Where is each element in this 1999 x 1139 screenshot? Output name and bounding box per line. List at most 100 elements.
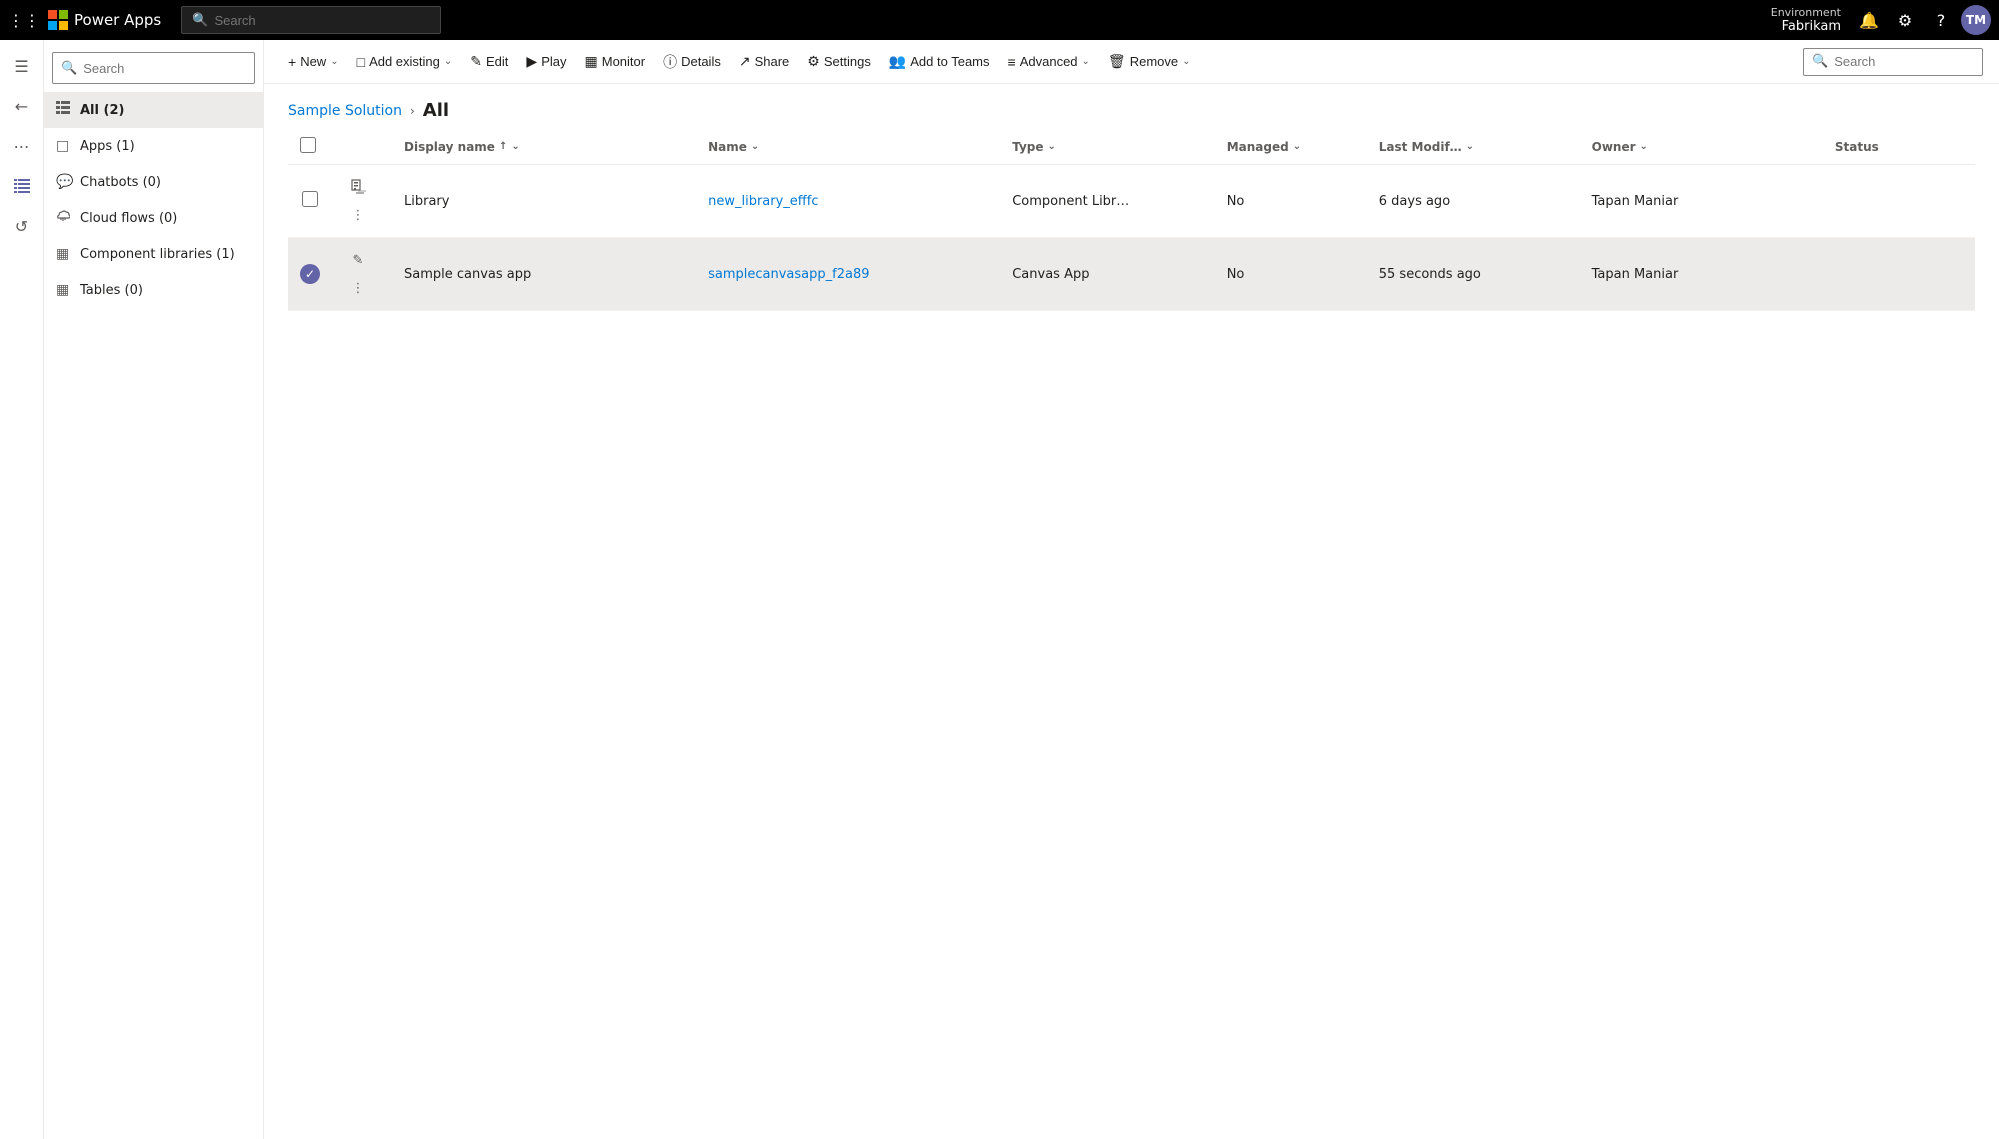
sidebar-item-cloud-flows[interactable]: Cloud flows (0) <box>44 200 263 236</box>
owner-label: Owner <box>1592 140 1636 154</box>
edit-button[interactable]: ✎ Edit <box>462 46 516 78</box>
new-caret-icon: ⌄ <box>330 56 338 67</box>
table-search-input[interactable] <box>1834 54 1974 69</box>
topbar: ⋮⋮ Power Apps 🔍 Environment Fabrikam 🔔 ⚙… <box>0 0 1999 40</box>
row1-checkbox[interactable] <box>302 191 318 207</box>
name-filter-icon[interactable]: ⌄ <box>751 141 759 152</box>
rail-back-icon[interactable]: ← <box>4 88 40 124</box>
display-name-filter-icon[interactable]: ⌄ <box>511 141 519 152</box>
sidebar-item-chatbots[interactable]: 💬 Chatbots (0) <box>44 164 263 200</box>
header-owner[interactable]: Owner ⌄ <box>1580 129 1823 165</box>
cloud-flows-icon <box>56 210 72 226</box>
play-button[interactable]: ▶ Play <box>518 46 574 78</box>
share-button[interactable]: ↗ Share <box>731 46 797 78</box>
type-label: Type <box>1012 140 1043 154</box>
advanced-icon: ≡ <box>1008 54 1016 70</box>
teams-icon: 👥 <box>889 53 906 70</box>
settings-gear-icon: ⚙ <box>807 53 820 70</box>
monitor-button[interactable]: ▦ Monitor <box>577 46 654 78</box>
owner-filter-icon[interactable]: ⌄ <box>1640 141 1648 152</box>
select-all-checkbox[interactable] <box>300 137 316 153</box>
status-label: Status <box>1835 140 1879 154</box>
details-button[interactable]: ⓘ Details <box>655 46 729 78</box>
sidebar-item-cloud-flows-label: Cloud flows (0) <box>80 211 251 226</box>
sidebar-item-component-libraries-label: Component libraries (1) <box>80 247 251 262</box>
topbar-search-input[interactable] <box>214 13 430 28</box>
rail-list-icon[interactable] <box>4 168 40 204</box>
add-to-teams-button[interactable]: 👥 Add to Teams <box>881 46 998 78</box>
display-name-sort-icon: ↑ <box>499 141 507 152</box>
row1-component-icon <box>344 173 372 201</box>
notifications-icon[interactable]: 🔔 <box>1853 4 1885 36</box>
header-status: Status <box>1823 129 1975 165</box>
component-libraries-icon: ▦ <box>56 246 72 262</box>
monitor-label: Monitor <box>602 54 645 69</box>
managed-filter-icon[interactable]: ⌄ <box>1293 141 1301 152</box>
remove-icon: 🗑 <box>1108 53 1126 70</box>
table-search-icon: 🔍 <box>1812 54 1828 69</box>
header-last-modified[interactable]: Last Modif… ⌄ <box>1367 129 1580 165</box>
chatbots-icon: 💬 <box>56 174 72 190</box>
table-search-box[interactable]: 🔍 <box>1803 48 1983 76</box>
help-icon[interactable]: ? <box>1925 4 1957 36</box>
last-modified-filter-icon[interactable]: ⌄ <box>1466 141 1474 152</box>
breadcrumb-separator: › <box>410 104 415 118</box>
row1-more-icon[interactable]: ⋮ <box>344 201 372 229</box>
new-button[interactable]: + New ⌄ <box>280 46 347 78</box>
sidebar-item-apps-label: Apps (1) <box>80 139 251 154</box>
waffle-icon[interactable]: ⋮⋮ <box>8 4 40 36</box>
edit-label: Edit <box>486 54 508 69</box>
main-content: Sample Solution › All <box>264 84 1999 1139</box>
display-name-label: Display name <box>404 140 495 154</box>
row1-owner: Tapan Maniar <box>1580 165 1823 238</box>
sidebar-search-box[interactable]: 🔍 <box>52 52 255 84</box>
settings-icon[interactable]: ⚙ <box>1889 4 1921 36</box>
remove-caret-icon: ⌄ <box>1182 56 1190 67</box>
rail-history-icon[interactable]: ↺ <box>4 208 40 244</box>
row1-managed: No <box>1215 165 1367 238</box>
environment-info: Environment Fabrikam <box>1771 6 1841 34</box>
edit-icon: ✎ <box>470 53 482 70</box>
table-header-row: Display name ↑ ⌄ Name ⌄ <box>288 129 1975 165</box>
add-existing-button[interactable]: □ Add existing ⌄ <box>349 46 461 78</box>
rail-menu-icon[interactable]: ☰ <box>4 48 40 84</box>
header-type[interactable]: Type ⌄ <box>1000 129 1214 165</box>
sidebar-item-tables[interactable]: ▦ Tables (0) <box>44 272 263 308</box>
sidebar-item-chatbots-label: Chatbots (0) <box>80 175 251 190</box>
row2-more-icon[interactable]: ⋮ <box>344 274 372 302</box>
managed-label: Managed <box>1227 140 1289 154</box>
new-icon: + <box>288 54 296 70</box>
row2-managed: No <box>1215 238 1367 311</box>
data-table: Display name ↑ ⌄ Name ⌄ <box>288 129 1975 311</box>
row1-type: Component Libr… <box>1000 165 1214 238</box>
sidebar-search-input[interactable] <box>83 61 246 76</box>
settings-label: Settings <box>824 54 871 69</box>
sidebar-item-all[interactable]: All (2) <box>44 92 263 128</box>
monitor-icon: ▦ <box>585 53 598 70</box>
header-managed[interactable]: Managed ⌄ <box>1215 129 1367 165</box>
advanced-label: Advanced <box>1020 54 1078 69</box>
row2-selected-circle: ✓ <box>300 264 320 284</box>
header-name[interactable]: Name ⌄ <box>696 129 1000 165</box>
row1-status <box>1823 165 1975 238</box>
command-bar: + New ⌄ □ Add existing ⌄ ✎ Edit ▶ Play ▦… <box>264 40 1999 84</box>
avatar[interactable]: TM <box>1961 5 1991 35</box>
row2-edit-icon[interactable]: ✎ <box>344 246 372 274</box>
header-display-name[interactable]: Display name ↑ ⌄ <box>392 129 696 165</box>
sidebar-item-apps[interactable]: □ Apps (1) <box>44 128 263 164</box>
sidebar-item-component-libraries[interactable]: ▦ Component libraries (1) <box>44 236 263 272</box>
breadcrumb-parent[interactable]: Sample Solution <box>288 103 402 119</box>
row2-icons-cell: ✎ ⋮ <box>332 238 392 311</box>
advanced-button[interactable]: ≡ Advanced ⌄ <box>1000 46 1098 78</box>
solutions-icon <box>14 178 30 194</box>
rail-more-icon[interactable]: ⋯ <box>4 128 40 164</box>
type-filter-icon[interactable]: ⌄ <box>1048 141 1056 152</box>
remove-button[interactable]: 🗑 Remove ⌄ <box>1100 46 1199 78</box>
advanced-caret-icon: ⌄ <box>1082 56 1090 67</box>
row2-type: Canvas App <box>1000 238 1214 311</box>
settings-button[interactable]: ⚙ Settings <box>799 46 879 78</box>
remove-label: Remove <box>1130 54 1178 69</box>
name-label: Name <box>708 140 747 154</box>
topbar-search-box[interactable]: 🔍 <box>181 6 441 34</box>
row2-name: samplecanvasapp_f2a89 <box>696 238 1000 311</box>
